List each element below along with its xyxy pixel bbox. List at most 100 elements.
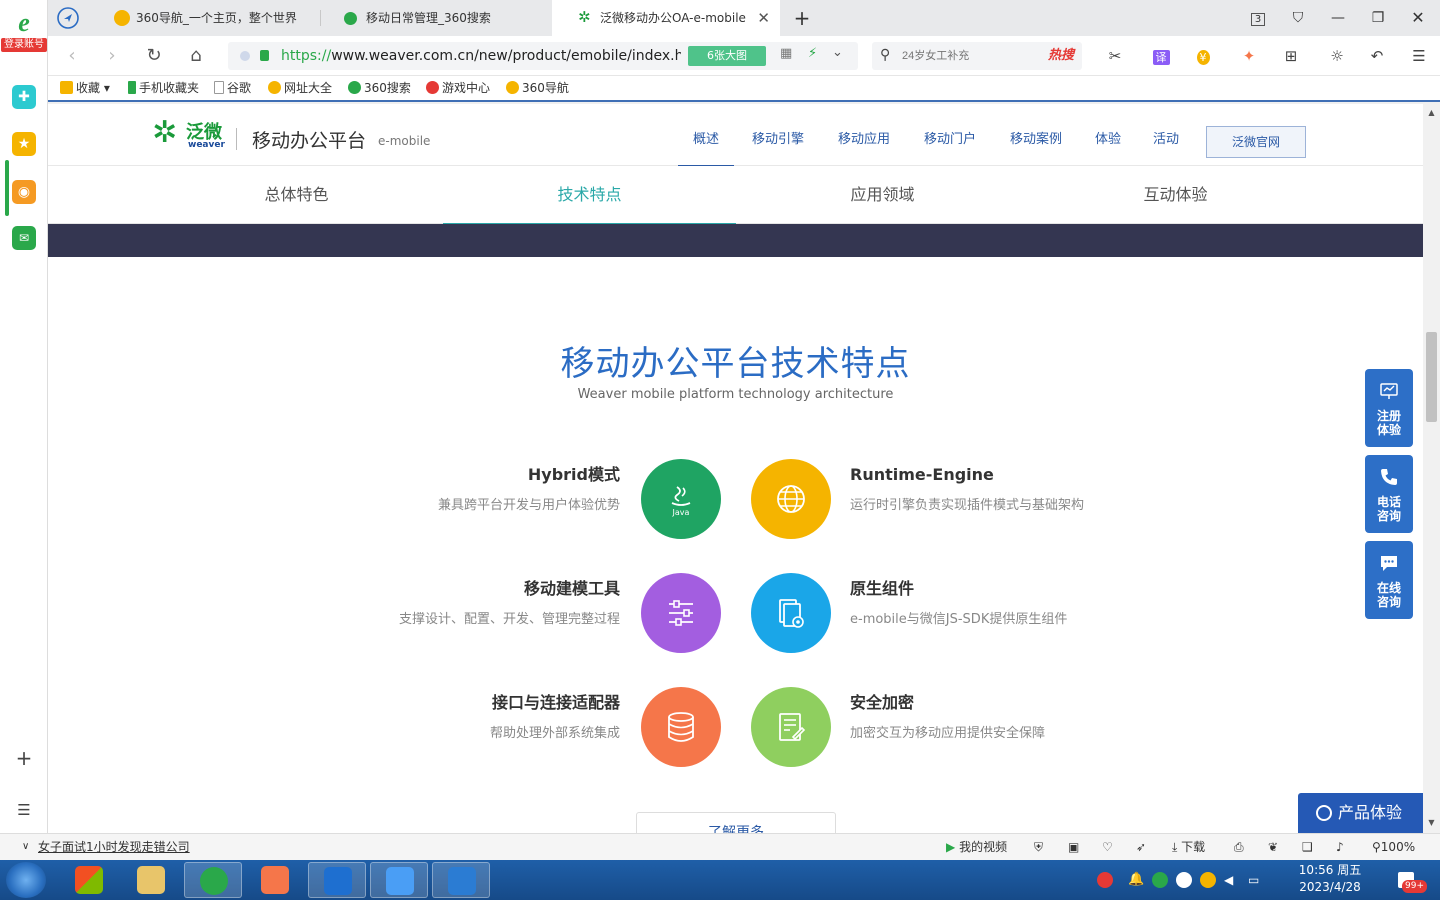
bookmark-favorites[interactable]: 收藏 ▾ <box>60 76 110 100</box>
news-ticker-link[interactable]: 女子面试1小时发现走错公司 <box>38 834 190 860</box>
shield-coin-icon[interactable]: ¥ <box>1188 44 1218 68</box>
add-sidebar-icon[interactable]: + <box>12 746 36 770</box>
scissors-icon[interactable]: ✂ <box>1100 44 1130 68</box>
scroll-up-icon[interactable]: ▲ <box>1423 108 1440 117</box>
lightning-icon[interactable]: ⚡ <box>808 46 817 61</box>
tab-tech-features[interactable]: 技术特点 <box>443 166 736 225</box>
chevron-down-icon[interactable]: ∨ <box>22 834 29 860</box>
bookmark-360-nav[interactable]: 360导航 <box>506 76 569 100</box>
rocket-icon[interactable]: ➶ <box>1136 834 1146 860</box>
restore-icon[interactable]: ❐ <box>1358 0 1398 36</box>
learn-more-button[interactable]: 了解更多 <box>636 812 836 833</box>
nav-experience[interactable]: 体验 <box>1092 104 1124 166</box>
360-tray-icon[interactable] <box>1152 872 1168 888</box>
plus-app-icon[interactable]: ✚ <box>12 85 36 109</box>
product-experience-button[interactable]: 产品体验 <box>1298 793 1423 833</box>
taskbar-360-browser[interactable] <box>184 862 242 898</box>
main-menu-icon[interactable]: ☰ <box>1404 44 1434 68</box>
sidebar-menu-icon[interactable]: ☰ <box>12 798 36 822</box>
database-icon <box>641 687 721 767</box>
game-controller-icon[interactable]: ✦ <box>1234 44 1264 68</box>
network-tray-icon[interactable] <box>1176 872 1192 888</box>
weibo-icon[interactable]: ◉ <box>12 180 36 204</box>
url-text[interactable]: https://www.weaver.com.cn/new/product/em… <box>281 42 681 70</box>
taskbar-presentation[interactable] <box>246 862 304 898</box>
undo-icon[interactable]: ↶ <box>1362 44 1392 68</box>
bookmark-google[interactable]: 谷歌 <box>214 76 251 100</box>
shield-icon[interactable]: ⛨ <box>1034 834 1043 860</box>
nav-engine[interactable]: 移动引擎 <box>748 104 808 166</box>
mail-icon[interactable]: ✉ <box>12 226 36 250</box>
nav-cases[interactable]: 移动案例 <box>1006 104 1066 166</box>
bookmark-games[interactable]: 游戏中心 <box>426 76 490 100</box>
nav-portal[interactable]: 移动门户 <box>920 104 980 166</box>
system-clock[interactable]: 10:56 周五 2023/4/28 <box>1290 862 1370 896</box>
speaker-icon[interactable]: ♪ <box>1336 834 1344 860</box>
apps-grid-icon[interactable]: ⊞ <box>1276 44 1306 68</box>
big-picture-button[interactable]: 6张大图 <box>688 46 766 66</box>
nav-apps[interactable]: 移动应用 <box>834 104 894 166</box>
minimize-icon[interactable]: — <box>1318 0 1358 36</box>
browser-logo[interactable]: e 登录账号 <box>0 8 48 60</box>
shirt-skin-icon[interactable]: ⛉ <box>1278 0 1318 36</box>
login-account-button[interactable]: 登录账号 <box>1 38 47 52</box>
scroll-down-icon[interactable]: ▼ <box>1423 818 1440 827</box>
nav-overview[interactable]: 概述 <box>678 104 734 167</box>
taskbar-explorer[interactable] <box>122 862 180 898</box>
close-tab-icon[interactable]: ✕ <box>757 0 770 36</box>
weaver-logo[interactable]: ✲ 泛微 weaver <box>152 116 225 151</box>
tab-360-search[interactable]: 移动日常管理_360搜索 <box>318 0 550 36</box>
taskbar-phone-app[interactable] <box>308 862 366 898</box>
refresh-icon[interactable]: ↻ <box>142 44 166 68</box>
search-box[interactable]: ⚲ 热搜 <box>872 42 1082 70</box>
tab-count-button[interactable]: 3 <box>1238 0 1278 36</box>
display-icon[interactable]: ▭ <box>1248 872 1264 888</box>
feature-title: 原生组件 <box>850 579 915 598</box>
tab-application-areas[interactable]: 应用领域 <box>736 166 1029 224</box>
forward-icon[interactable]: › <box>100 44 124 68</box>
tab-weaver-emobile[interactable]: ✲ 泛微移动办公OA-e-mobile ✕ <box>552 0 780 36</box>
tab-overall-features[interactable]: 总体特色 <box>150 166 443 224</box>
sogou-input-icon[interactable] <box>1097 872 1113 888</box>
translate-icon[interactable]: 译 <box>1146 44 1176 68</box>
taskbar-app-tiles[interactable] <box>60 862 118 898</box>
image-icon[interactable]: ▣ <box>1068 834 1079 860</box>
360-nav-tray-icon[interactable] <box>1200 872 1216 888</box>
scroll-thumb[interactable] <box>1426 332 1437 422</box>
zoom-button[interactable]: ⚲100% <box>1372 834 1415 860</box>
bookmark-360-search[interactable]: 360搜索 <box>348 76 411 100</box>
close-window-icon[interactable]: ✕ <box>1398 0 1438 36</box>
bookmark-mobile[interactable]: 手机收藏夹 <box>128 76 199 100</box>
online-consult-button[interactable]: 在线咨询 <box>1365 541 1413 619</box>
volume-icon[interactable]: ◀ <box>1224 872 1240 888</box>
new-tab-icon[interactable]: + <box>782 0 822 36</box>
chevron-down-icon[interactable]: ⌄ <box>832 45 843 60</box>
star-favorites-icon[interactable]: ★ <box>12 132 36 156</box>
taskbar-files[interactable] <box>370 862 428 898</box>
page-scrollbar[interactable]: ▲ ▼ <box>1423 104 1440 833</box>
leaf-icon[interactable]: ❦ <box>1268 834 1278 860</box>
my-video-button[interactable]: ▶ 我的视频 <box>946 834 1007 860</box>
phone-consult-button[interactable]: 电话咨询 <box>1365 455 1413 533</box>
tab-interactive[interactable]: 互动体验 <box>1029 166 1322 224</box>
address-bar[interactable]: https://www.weaver.com.cn/new/product/em… <box>228 42 858 70</box>
site-info-icon[interactable] <box>240 51 250 61</box>
back-icon[interactable]: ‹ <box>60 44 84 68</box>
hot-search-label[interactable]: 热搜 <box>1048 42 1074 70</box>
search-input[interactable] <box>902 46 1012 66</box>
start-button-icon[interactable] <box>6 862 46 898</box>
qr-code-icon[interactable]: ▦ <box>780 46 792 61</box>
navigation-arrow-icon[interactable] <box>56 6 80 30</box>
bookmark-sites[interactable]: 网址大全 <box>268 76 332 100</box>
home-icon[interactable]: ⌂ <box>184 44 208 68</box>
heart-icon[interactable]: ♡ <box>1102 834 1113 860</box>
bell-icon[interactable]: 🔔 <box>1128 872 1144 888</box>
window-icon[interactable]: ❑ <box>1302 834 1313 860</box>
register-trial-button[interactable]: 注册体验 <box>1365 369 1413 447</box>
printer-icon[interactable]: ⎙ <box>1234 834 1244 860</box>
nav-events[interactable]: 活动 <box>1150 104 1182 166</box>
official-site-button[interactable]: 泛微官网 <box>1206 126 1306 158</box>
taskbar-word[interactable] <box>432 862 490 898</box>
brightness-icon[interactable]: ☼ <box>1322 44 1352 68</box>
download-button[interactable]: ⤓ 下载 <box>1172 834 1205 860</box>
